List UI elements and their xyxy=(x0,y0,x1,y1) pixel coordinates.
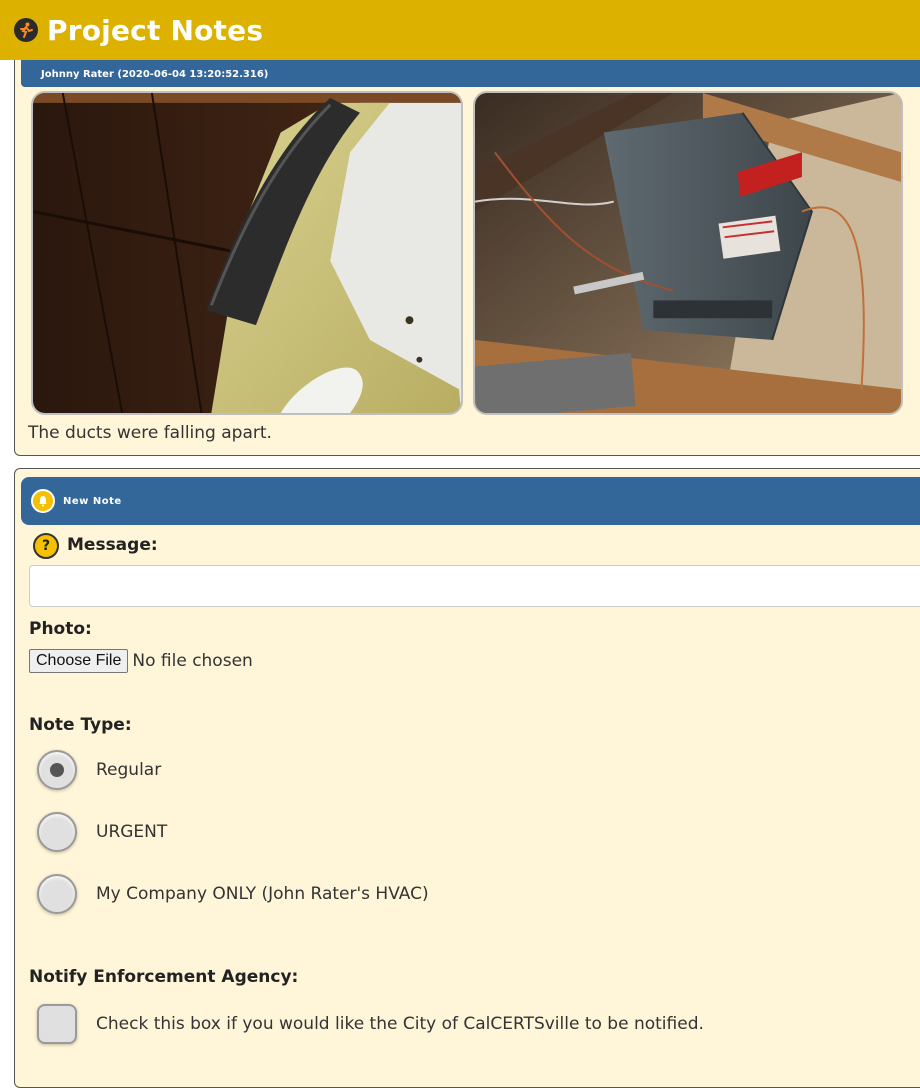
note-type-label: Note Type: xyxy=(29,715,132,735)
message-input[interactable] xyxy=(29,565,920,607)
notify-checkbox[interactable] xyxy=(37,1004,77,1044)
radio-button[interactable] xyxy=(37,874,77,914)
new-note-header: New Note xyxy=(21,477,920,525)
radio-option-company-only[interactable]: My Company ONLY (John Rater's HVAC) xyxy=(37,874,429,914)
note-author-line: Johnny Rater (2020-06-04 13:20:52.316) xyxy=(41,69,269,80)
radio-label: Regular xyxy=(96,760,162,780)
help-icon[interactable]: ? xyxy=(33,533,59,559)
note-photo-ducts[interactable] xyxy=(31,91,463,415)
note-message: The ducts were falling apart. xyxy=(28,423,272,443)
bell-icon xyxy=(31,489,55,513)
file-status: No file chosen xyxy=(132,651,253,671)
page-title: Project Notes xyxy=(47,13,264,47)
notify-checkbox-label: Check this box if you would like the Cit… xyxy=(96,1014,704,1034)
previous-note-card: Johnny Rater (2020-06-04 13:20:52.316) T… xyxy=(14,54,920,456)
choose-file-button[interactable]: Choose File xyxy=(29,649,129,673)
new-note-panel: New Note ? Message: Photo: Choose File N… xyxy=(14,468,920,1088)
radio-button[interactable] xyxy=(37,750,77,790)
notify-agency-option[interactable]: Check this box if you would like the Cit… xyxy=(37,1004,704,1044)
radio-label: URGENT xyxy=(96,822,168,842)
radio-selected-dot xyxy=(50,763,64,777)
radio-button[interactable] xyxy=(37,812,77,852)
file-picker: Choose File No file chosen xyxy=(29,649,253,673)
photo-label: Photo: xyxy=(29,619,92,639)
note-photo-furnace[interactable] xyxy=(473,91,903,415)
radio-label: My Company ONLY (John Rater's HVAC) xyxy=(96,884,429,904)
new-note-title: New Note xyxy=(63,495,122,507)
notify-agency-label: Notify Enforcement Agency: xyxy=(29,967,299,987)
app-header: Project Notes xyxy=(0,0,920,60)
message-label: Message: xyxy=(67,535,158,555)
radio-option-regular[interactable]: Regular xyxy=(37,750,161,790)
runner-logo-icon xyxy=(14,18,38,42)
radio-option-urgent[interactable]: URGENT xyxy=(37,812,167,852)
